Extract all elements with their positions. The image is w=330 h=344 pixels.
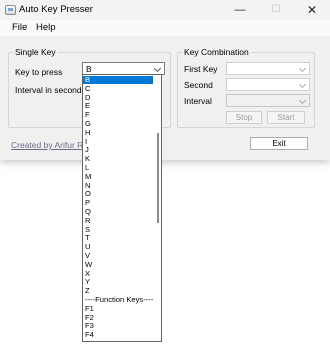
dropdown-option[interactable]: L — [83, 164, 153, 172]
combo-interval-select[interactable] — [226, 94, 310, 107]
title-bar: Auto Key Presser — ☐ ✕ — [0, 0, 330, 20]
app-icon — [5, 5, 16, 15]
dropdown-option[interactable]: C — [83, 84, 153, 93]
dropdown-option[interactable]: ----Function Keys---- — [83, 296, 153, 304]
interval-label: Interval in seconds — [15, 85, 86, 95]
close-button[interactable]: ✕ — [294, 0, 330, 20]
second-key-select[interactable] — [226, 78, 310, 91]
dropdown-option[interactable]: M — [83, 172, 153, 181]
start-button[interactable]: Start — [267, 111, 305, 124]
dropdown-option[interactable]: Y — [83, 278, 153, 286]
menu-help[interactable]: Help — [36, 22, 56, 33]
dropdown-option[interactable]: K — [83, 155, 153, 163]
dropdown-option[interactable]: Q — [83, 208, 153, 216]
dropdown-option[interactable]: N — [83, 181, 153, 190]
dropdown-option[interactable]: S — [83, 225, 153, 234]
interval-combo-label: Interval — [184, 96, 212, 106]
window-title: Auto Key Presser — [19, 4, 93, 15]
menu-file[interactable]: File — [12, 22, 27, 33]
menu-bar: File Help — [0, 20, 330, 36]
key-combination-title: Key Combination — [182, 47, 251, 57]
key-dropdown-list[interactable]: B C D E F G H I J K L M N O P Q R S T U V W X Y Z ----Function Ke… — [82, 74, 162, 342]
stop-button[interactable]: Stop — [226, 111, 262, 124]
dropdown-scrollbar[interactable] — [157, 133, 159, 223]
first-key-select[interactable] — [226, 62, 310, 75]
dropdown-option[interactable]: O — [83, 190, 153, 198]
dropdown-option[interactable]: F3 — [83, 322, 153, 330]
chevron-down-icon — [298, 64, 307, 73]
key-to-press-label: Key to press — [15, 67, 63, 77]
minimize-button[interactable]: — — [222, 0, 258, 20]
dropdown-option[interactable]: Z — [83, 287, 153, 295]
dropdown-option[interactable]: U — [83, 243, 153, 251]
dropdown-option[interactable]: D — [83, 93, 153, 102]
dropdown-option[interactable]: F4 — [83, 331, 153, 339]
dropdown-option[interactable]: E — [83, 102, 153, 110]
maximize-button[interactable]: ☐ — [258, 0, 294, 20]
dropdown-option[interactable]: R — [83, 216, 153, 225]
dropdown-option[interactable]: X — [83, 269, 153, 278]
dropdown-option[interactable]: I — [83, 137, 153, 146]
dropdown-option[interactable]: G — [83, 120, 153, 128]
dropdown-option[interactable]: F2 — [83, 313, 153, 322]
exit-button[interactable]: Exit — [250, 137, 308, 150]
dropdown-option[interactable]: P — [83, 199, 153, 207]
dropdown-option[interactable]: W — [83, 260, 153, 269]
dropdown-option[interactable]: T — [83, 234, 153, 242]
dropdown-option[interactable]: H — [83, 128, 153, 137]
dropdown-option[interactable]: F1 — [83, 304, 153, 313]
chevron-down-icon — [153, 64, 162, 73]
dropdown-option[interactable]: B — [83, 76, 153, 84]
second-key-label: Second — [184, 80, 213, 90]
dropdown-option[interactable]: F — [83, 111, 153, 119]
single-key-title: Single Key — [13, 47, 58, 57]
app-window: Auto Key Presser — ☐ ✕ File Help Single … — [0, 0, 330, 160]
chevron-down-icon — [298, 96, 307, 105]
dropdown-option[interactable]: J — [83, 146, 153, 154]
dropdown-option[interactable]: V — [83, 252, 153, 260]
chevron-down-icon — [298, 80, 307, 89]
first-key-label: First Key — [184, 64, 218, 74]
key-to-press-value: B — [86, 64, 92, 74]
